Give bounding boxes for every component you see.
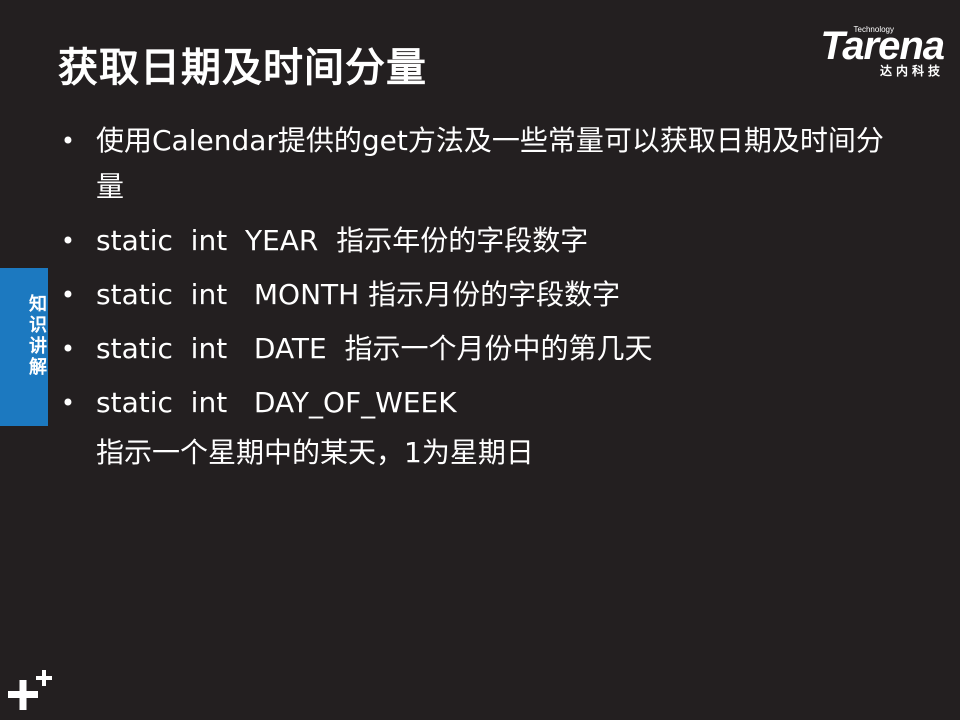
bullet-item-date: • static int DATE 指示一个月份中的第几天 bbox=[58, 326, 918, 372]
tarena-logo: Technology Tarena 达内科技 bbox=[774, 22, 945, 84]
bullet-list: • 使用Calendar提供的get方法及一些常量可以获取日期及时间分量 • s… bbox=[58, 118, 918, 434]
bullet-item-calendar: • 使用Calendar提供的get方法及一些常量可以获取日期及时间分量 bbox=[58, 118, 886, 210]
logo-subtitle: 达内科技 bbox=[879, 64, 944, 78]
bullet-dot-icon: • bbox=[60, 389, 76, 417]
slide-title: 获取日期及时间分量 bbox=[58, 45, 427, 91]
plus-plus-icon bbox=[8, 670, 52, 710]
bullet-dot-icon: • bbox=[60, 227, 76, 255]
bullet-item-year: • static int YEAR 指示年份的字段数字 bbox=[58, 218, 918, 264]
logo-wordmark: Tarena bbox=[820, 24, 945, 68]
bullet-text: static int YEAR 指示年份的字段数字 bbox=[96, 224, 589, 257]
side-tab-label: 知识讲解 bbox=[26, 294, 47, 378]
bullet-continuation: 指示一个星期中的某天，1为星期日 bbox=[96, 436, 534, 469]
knowledge-tab: 知识讲解 bbox=[0, 268, 48, 426]
bullet-text: 使用Calendar提供的get方法及一些常量可以获取日期及时间分量 bbox=[96, 124, 884, 203]
bullet-dot-icon: • bbox=[60, 281, 76, 309]
bullet-text: static int DATE 指示一个月份中的第几天 bbox=[96, 332, 653, 365]
bullet-item-day-of-week: • static int DAY_OF_WEEK bbox=[58, 380, 918, 426]
bullet-dot-icon: • bbox=[60, 127, 76, 155]
bullet-item-month: • static int MONTH 指示月份的字段数字 bbox=[58, 272, 918, 318]
bullet-dot-icon: • bbox=[60, 335, 76, 363]
bullet-text: static int MONTH 指示月份的字段数字 bbox=[96, 278, 621, 311]
bullet-text: static int DAY_OF_WEEK bbox=[96, 386, 457, 419]
